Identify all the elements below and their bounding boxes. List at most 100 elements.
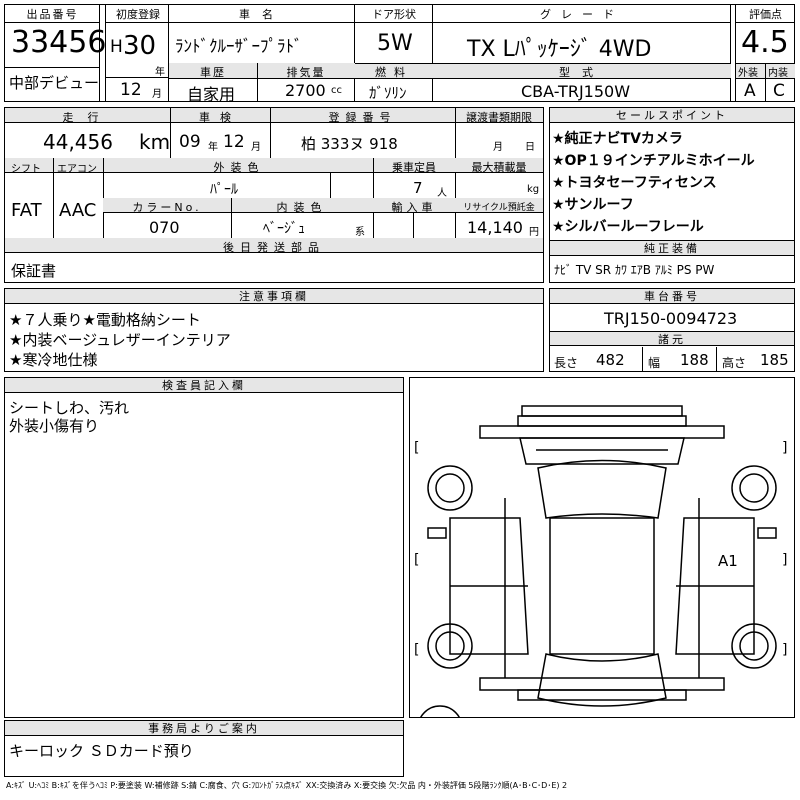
length: 482 xyxy=(596,351,625,369)
exterior-color-label: 外装色 xyxy=(213,161,265,174)
note-line: ★７人乗り★電動格納シート xyxy=(9,311,201,329)
sales-point: ★OP１９インチアルミホイール xyxy=(552,153,755,169)
sales-point: ★純正ナビTVカメラ xyxy=(552,131,683,147)
equipment-label: 純正装備 xyxy=(550,240,794,256)
height-label: 高さ xyxy=(722,356,747,370)
displacement-unit: cc xyxy=(331,85,342,96)
shift: FAT xyxy=(11,200,42,221)
height: 185 xyxy=(760,351,789,369)
max-load-label: 最大積載量 xyxy=(471,161,527,174)
interior-color-unit: 系 xyxy=(355,227,365,238)
grade: TX Lﾊﾟｯｹｰｼﾞ 4WD xyxy=(467,37,652,62)
year-unit: 年 xyxy=(155,67,165,78)
bracket-right-top: ] xyxy=(782,440,788,456)
mileage-unit: km xyxy=(139,130,171,154)
sales-block: セールスポイント ★純正ナビTVカメラ ★OP１９インチアルミホイール ★トヨタ… xyxy=(549,107,795,283)
sales-point: ★サンルーフ xyxy=(552,197,634,213)
max-load-unit: kg xyxy=(527,184,540,195)
inspection-label: 車検 xyxy=(199,111,241,124)
exterior-color: ﾊﾟｰﾙ xyxy=(210,182,238,198)
first-reg-cell: 初度登録 H 30 年 12 月 xyxy=(105,5,169,101)
bracket-right-low: ] xyxy=(782,642,788,658)
displacement: 2700 xyxy=(285,81,326,100)
inspector-line: 外装小傷有り xyxy=(9,417,100,435)
era: H xyxy=(110,37,123,57)
width: 188 xyxy=(680,351,709,369)
air-conditioner: AAC xyxy=(59,200,97,221)
reg-year: 30 xyxy=(123,31,157,61)
later-docs-label: 後日発送部品 xyxy=(223,241,325,254)
damage-mark: A1 xyxy=(718,552,738,570)
reg-month: 12 xyxy=(120,80,142,100)
door-cell: ドア形状 5W 燃料 ｶﾞｿﾘﾝ xyxy=(355,5,433,102)
notes-label: 注意事項欄 xyxy=(5,289,543,304)
bracket-left-low: [ xyxy=(414,642,420,658)
door-label: ドア形状 xyxy=(372,8,416,21)
plate-number: 柏 333ヌ 918 xyxy=(301,135,398,153)
equipment: ﾅﾋﾞ TV SR ｶﾜ ｴｱB ｱﾙﾐ PS PW xyxy=(554,263,715,277)
chassis-number: TRJ150-0094723 xyxy=(604,309,738,328)
bracket-right-mid: ] xyxy=(782,552,788,568)
inspection-month: 12 xyxy=(223,132,245,152)
lot-number: 33456 xyxy=(11,25,107,60)
sales-label: セールスポイント xyxy=(550,108,794,123)
mileage: 44,456 xyxy=(43,130,113,154)
int-grade: C xyxy=(773,81,785,101)
details-block: 走行 車検 登録番号 譲渡書類期限 44,456 km 09 年 12 月 柏 … xyxy=(4,107,544,283)
fuel: ｶﾞｿﾘﾝ xyxy=(369,84,407,102)
inspector-label: 検査員記入欄 xyxy=(5,378,403,393)
history: 自家用 xyxy=(187,85,236,104)
dims-label: 諸元 xyxy=(550,331,794,346)
transfer-label: 譲渡書類期限 xyxy=(466,111,532,124)
ext-grade: A xyxy=(744,81,756,101)
transfer-day-unit: 日 xyxy=(525,142,535,153)
width-label: 幅 xyxy=(648,356,661,370)
car-diagram: [ ] [ ] [ ] A1 xyxy=(409,377,795,718)
mileage-label: 走行 xyxy=(62,111,113,124)
transfer-month-unit: 月 xyxy=(493,142,503,153)
legend: A:ｷｽﾞ U:ﾍｺﾐ B:ｷｽﾞを伴うﾍｺﾐ P:要塗装 W:補修跡 S:錆 … xyxy=(6,781,568,790)
chassis-label: 車台番号 xyxy=(550,289,794,304)
length-label: 長さ xyxy=(554,356,579,370)
score: 4.5 xyxy=(741,25,789,60)
sales-point: ★トヨタセーフティセンス xyxy=(552,175,717,191)
office-block: 事務局よりご案内 キーロック ＳＤカード預り xyxy=(4,720,404,777)
grade-cell: グレード TX Lﾊﾟｯｹｰｼﾞ 4WD 型式 CBA-TRJ150W xyxy=(433,5,731,101)
interior-color-label: 内装色 xyxy=(276,201,328,214)
car-name-label: 車名 xyxy=(239,8,285,21)
office-text: キーロック ＳＤカード預り xyxy=(9,742,194,760)
notes-block: 注意事項欄 ★７人乗り★電動格納シート ★内装ベージュレザーインテリア ★寒冷地… xyxy=(4,288,544,372)
shift-label: シフト xyxy=(11,164,41,175)
later-docs: 保証書 xyxy=(11,262,57,280)
color-no: 070 xyxy=(149,218,180,237)
model: CBA-TRJ150W xyxy=(521,82,631,101)
sales-point: ★シルバールーフレール xyxy=(552,219,704,235)
car-outline xyxy=(420,405,777,717)
inspection-year: 09 xyxy=(179,132,201,152)
import-label: 輸入車 xyxy=(391,201,437,214)
chassis-block: 車台番号 TRJ150-0094723 諸元 長さ 482 幅 188 高さ 1… xyxy=(549,288,795,372)
lot-no-label: 出品番号 xyxy=(26,8,79,21)
bracket-left-top: [ xyxy=(414,440,420,456)
score-label: 評価点 xyxy=(749,8,782,21)
ac-label: エアコン xyxy=(57,164,97,175)
top-block: 出品番号 33456 中部デビュー 初度登録 H 30 年 12 月 車名 ﾗﾝ… xyxy=(4,4,795,104)
inspector-block: 検査員記入欄 シートしわ、汚れ 外装小傷有り xyxy=(4,377,404,718)
recycle-amount: 14,140 xyxy=(467,218,523,237)
recycle-unit: 円 xyxy=(529,227,539,238)
car-name: ﾗﾝﾄﾞｸﾙｰｻﾞｰﾌﾟﾗﾄﾞ xyxy=(175,37,303,57)
capacity-unit: 人 xyxy=(437,188,447,199)
lot-cell: 出品番号 33456 中部デビュー xyxy=(5,5,106,101)
inspection-year-unit: 年 xyxy=(208,142,218,153)
door-type: 5W xyxy=(377,31,413,56)
recycle-label: リサイクル預託金 xyxy=(463,203,535,213)
inspection-month-unit: 月 xyxy=(251,142,261,153)
origin-label: 中部デビュー xyxy=(9,74,100,92)
month-unit: 月 xyxy=(152,89,162,100)
grade-label: グレード xyxy=(540,8,624,21)
note-line: ★寒冷地仕様 xyxy=(9,351,98,369)
plate-label: 登録番号 xyxy=(328,111,397,124)
car-name-cell: 車名 ﾗﾝﾄﾞｸﾙｰｻﾞｰﾌﾟﾗﾄﾞ 車歴 排気量 自家用 2700 cc xyxy=(169,5,355,104)
interior-color: ﾍﾞｰｼﾞｭ xyxy=(263,221,305,237)
first-reg-label: 初度登録 xyxy=(116,8,160,21)
